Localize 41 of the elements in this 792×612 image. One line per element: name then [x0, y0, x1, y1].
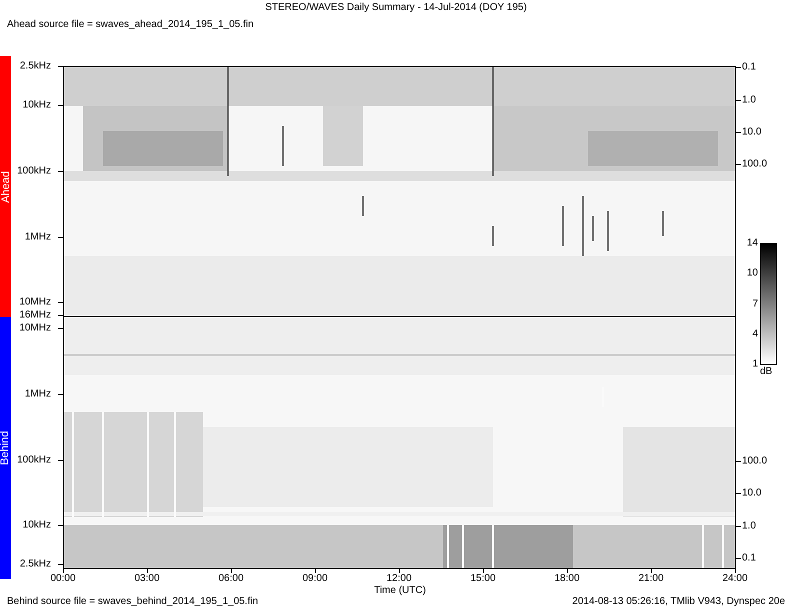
flux-tick-label: 100.0 — [742, 158, 768, 170]
time-tick-label: 21:00 — [638, 573, 664, 584]
frequency-tick-label: 1MHz — [24, 232, 52, 242]
frequency-tick-label: 10kHz — [22, 100, 52, 110]
time-tick-label: 06:00 — [218, 573, 244, 584]
frequency-tick-label: 1MHz — [24, 388, 52, 400]
frequency-tick-label: 16MHz — [19, 310, 52, 320]
frequency-tick-label: 10kHz — [22, 520, 52, 530]
flux-tick-label: 0.1 — [742, 62, 756, 72]
frequency-tick-label: 100kHz — [17, 166, 52, 176]
time-tick-label: 03:00 — [134, 573, 160, 584]
colorbar-tick-label: 1 — [752, 358, 758, 370]
time-tick-label: 15:00 — [470, 573, 496, 584]
generation-note: 2014-08-13 05:26:16, TMlib V943, Dynspec 20e — [572, 596, 785, 607]
spacecraft-label: Behind — [0, 430, 12, 466]
colorbar-tick-label: 14 — [746, 238, 758, 248]
frequency-tick-label: 10MHz — [19, 322, 52, 334]
colorbar-unit: dB — [760, 366, 772, 377]
flux-tick-label: 1.0 — [742, 94, 756, 106]
time-tick-label: 18:00 — [554, 573, 580, 584]
flux-tick-label: 100.0 — [742, 456, 768, 466]
frequency-tick-label: 2.5kHz — [20, 60, 52, 72]
axis-label: Time (UTC) — [374, 585, 426, 596]
flux-tick-label: 10.0 — [742, 126, 762, 138]
colorbar-tick-label: 4 — [752, 328, 758, 340]
time-tick-label: 24:00 — [722, 573, 748, 584]
colorbar-tick-label: 10 — [746, 268, 758, 279]
source-file-label: Behind source file = swaves_behind_2014_195_1_05.fin — [7, 596, 258, 607]
time-tick-label: 09:00 — [302, 573, 328, 584]
chart-title: STEREO/WAVES Daily Summary - 14-Jul-2014 (DOY 195) — [264, 1, 528, 15]
flux-tick-label: 1.0 — [742, 520, 756, 532]
colorbar-tick-label: 7 — [752, 298, 758, 309]
frequency-tick-label: 100kHz — [17, 454, 52, 466]
frequency-tick-label: 10MHz — [19, 296, 52, 308]
flux-tick-label: 0.1 — [742, 552, 756, 564]
time-tick-label: 00:00 — [50, 573, 76, 584]
frequency-tick-label: 2.5kHz — [20, 558, 52, 570]
flux-tick-label: 10.0 — [742, 488, 762, 498]
spacecraft-label: Ahead — [0, 170, 12, 202]
source-file-label: Ahead source file = swaves_ahead_2014_195_1_05.fin — [6, 19, 255, 32]
time-tick-label: 12:00 — [386, 573, 412, 584]
